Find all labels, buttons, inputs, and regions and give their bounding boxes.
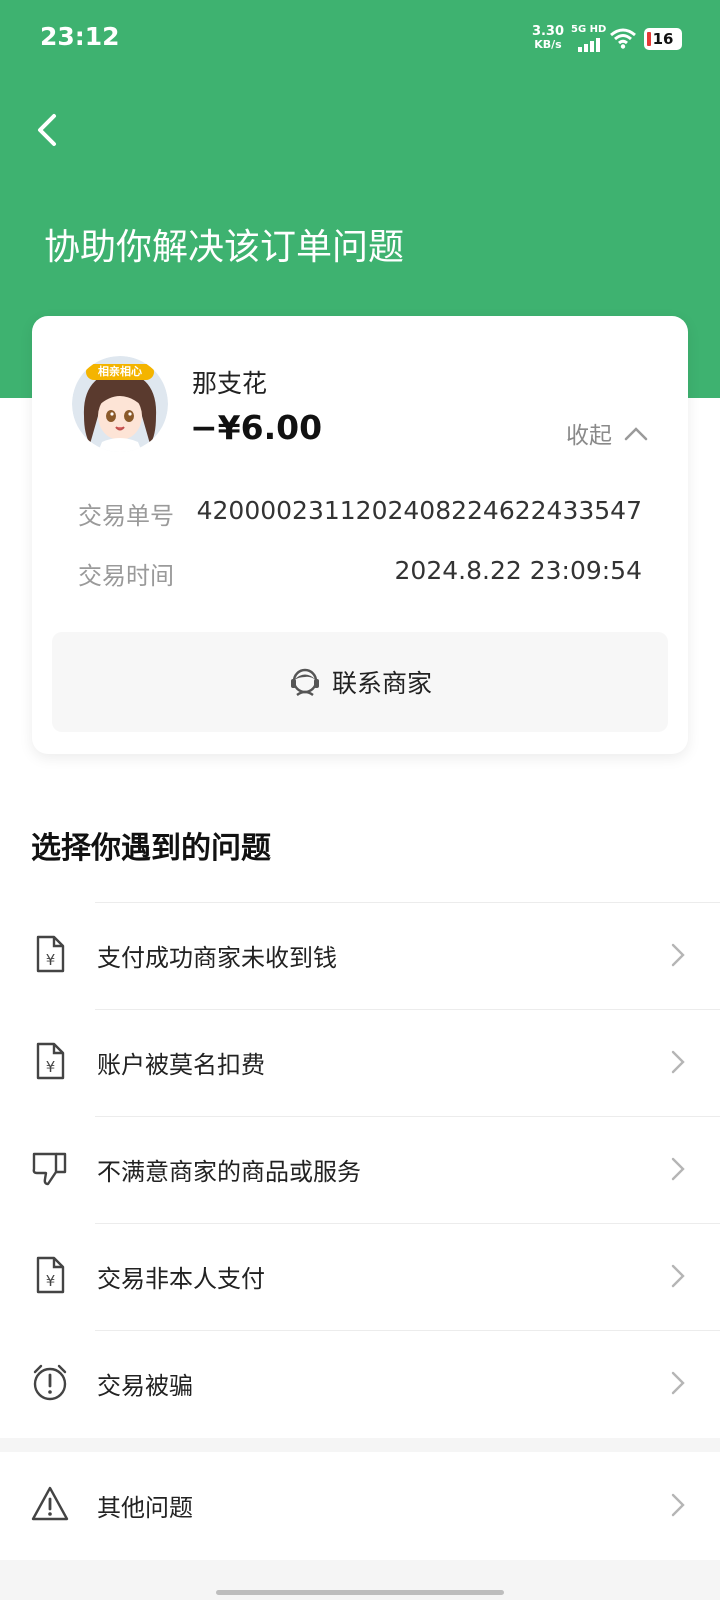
transaction-no-label: 交易单号 [78,502,174,530]
transaction-no-row: 交易单号 4200002311202408224622433547 [78,496,642,531]
issue-label: 不满意商家的商品或服务 [97,1158,361,1186]
yuan-document-icon: ¥ [36,1042,65,1080]
issue-label: 支付成功商家未收到钱 [97,944,337,972]
back-arrow-icon[interactable] [28,108,72,152]
divider [95,902,720,903]
transaction-time-row: 交易时间 2024.8.22 23:09:54 [78,556,642,591]
status-time: 23:12 [40,22,120,51]
merchant-avatar: 相亲相心 [72,356,168,452]
signal-icon [578,38,600,52]
divider [95,1116,720,1117]
issue-label: 账户被莫名扣费 [97,1051,265,1079]
yuan-document-icon: ¥ [36,935,65,973]
merchant-name: 那支花 [192,369,268,398]
issue-label: 交易被骗 [97,1372,193,1400]
collapse-toggle[interactable]: 收起 [566,416,648,450]
svg-text:¥: ¥ [46,951,56,969]
svg-text:¥: ¥ [46,1058,56,1076]
page-title: 协助你解决该订单问题 [44,227,405,268]
chevron-right-icon [671,1264,685,1288]
issue-item[interactable]: ¥ 支付成功商家未收到钱 [0,902,720,1009]
issue-label: 其他问题 [97,1494,193,1522]
wifi-icon [610,28,636,49]
transaction-no-value: 4200002311202408224622433547 [196,496,642,525]
issue-item[interactable]: 不满意商家的商品或服务 [0,1116,720,1223]
customer-service-icon [290,668,319,696]
avatar-badge-text: 相亲相心 [98,365,142,378]
status-bar: 23:12 3.30 KB/s 5G HD 16 [0,0,720,80]
chevron-right-icon [671,1493,685,1517]
chevron-up-icon [624,427,648,441]
net-speed-value: 3.30 [531,24,565,39]
chevron-right-icon [671,1157,685,1181]
chevron-right-icon [671,943,685,967]
transaction-time-label: 交易时间 [78,562,174,590]
divider [95,1330,720,1331]
thumbs-down-icon [32,1152,67,1186]
warning-triangle-icon [31,1486,69,1521]
contact-merchant-label: 联系商家 [331,669,432,698]
section-gap [0,1438,720,1452]
yuan-document-icon: ¥ [36,1256,65,1294]
issue-item[interactable]: ¥ 账户被莫名扣费 [0,1009,720,1116]
battery-low-level [647,32,651,46]
net-speed: 3.30 KB/s [530,25,566,51]
issue-item[interactable]: ¥ 交易非本人支付 [0,1223,720,1330]
order-amount: −¥6.00 [190,408,323,447]
issues-section-title: 选择你遇到的问题 [31,831,271,866]
issue-label: 交易非本人支付 [97,1265,265,1293]
issue-list: ¥ 支付成功商家未收到钱 ¥ 账户被莫名扣费 不满意商家的商品或服务 ¥ 交易非… [0,902,720,1437]
chevron-right-icon [671,1050,685,1074]
home-indicator[interactable] [216,1590,504,1595]
alarm-warning-icon [33,1364,67,1401]
other-issue-item[interactable]: 其他问题 [0,1452,720,1560]
network-type: 5G HD [571,24,607,35]
battery-level: 16 [652,30,674,48]
collapse-label: 收起 [566,423,612,449]
transaction-time-value: 2024.8.22 23:09:54 [394,556,642,585]
contact-merchant-button[interactable]: 联系商家 [52,632,668,732]
net-speed-unit: KB/s [534,38,562,51]
issue-item[interactable]: 交易被骗 [0,1330,720,1437]
order-card: 相亲相心 那支花 −¥6.00 收起 交易单号 4200002311202408… [32,316,688,754]
divider [95,1009,720,1010]
svg-text:¥: ¥ [46,1272,56,1290]
divider [95,1223,720,1224]
battery-icon: 16 [644,28,682,50]
chevron-right-icon [671,1371,685,1395]
